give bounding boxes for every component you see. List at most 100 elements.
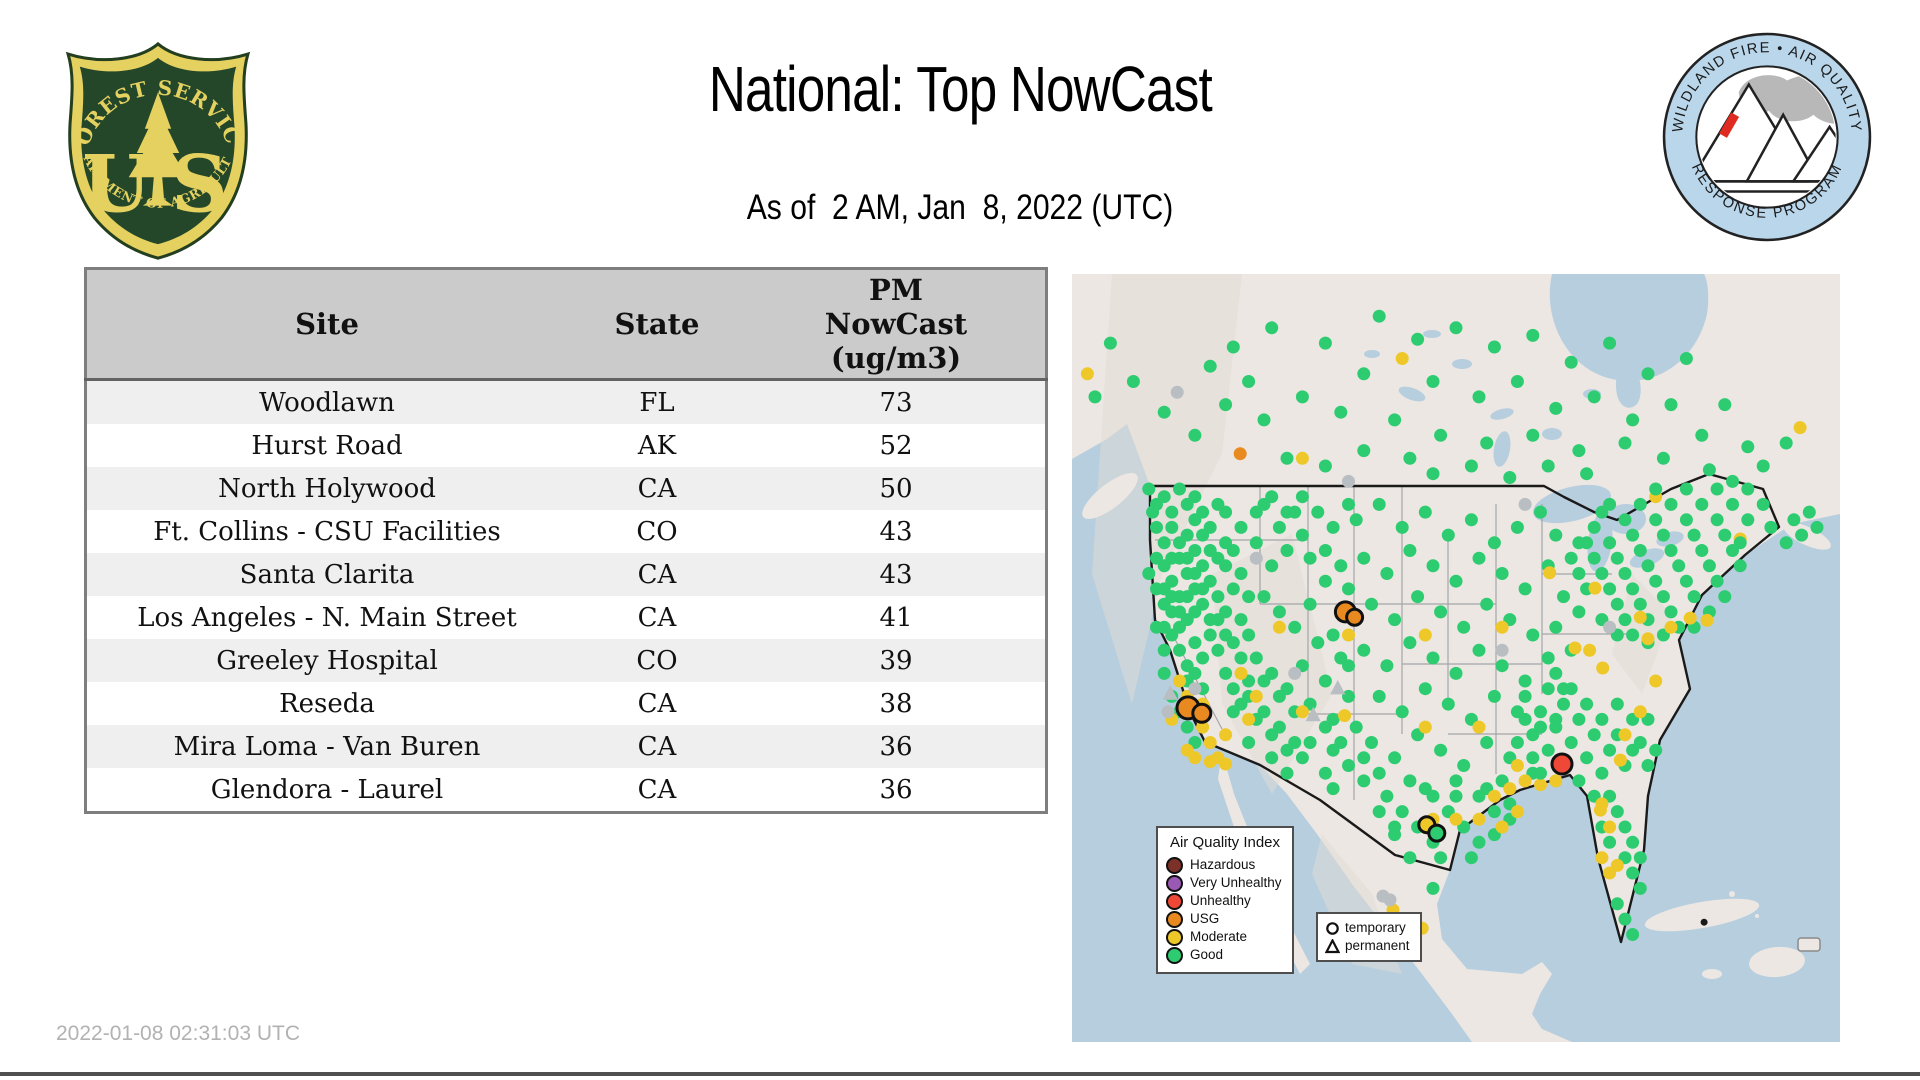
monitor-dot[interactable] bbox=[1357, 643, 1371, 657]
monitor-dot[interactable] bbox=[1510, 520, 1524, 534]
monitor-dot[interactable] bbox=[1526, 328, 1540, 342]
monitor-dot[interactable] bbox=[1242, 736, 1256, 749]
monitor-dot[interactable] bbox=[1534, 705, 1547, 719]
monitor-dot[interactable] bbox=[1372, 309, 1386, 323]
monitor-dot[interactable] bbox=[1695, 428, 1709, 442]
monitor-dot[interactable] bbox=[1487, 689, 1501, 703]
monitor-dot[interactable] bbox=[1541, 651, 1555, 665]
monitor-dot[interactable] bbox=[1587, 728, 1601, 742]
monitor-dot[interactable] bbox=[1610, 897, 1624, 911]
monitor-dot[interactable] bbox=[1549, 774, 1563, 788]
monitor-dot[interactable] bbox=[1457, 620, 1471, 634]
monitor-dot[interactable] bbox=[1649, 482, 1663, 496]
monitor-dot[interactable] bbox=[1342, 659, 1355, 673]
monitor-dot[interactable] bbox=[1173, 620, 1186, 634]
monitor-dot[interactable] bbox=[1543, 566, 1557, 580]
monitor-dot[interactable] bbox=[1403, 851, 1417, 865]
monitor-dot[interactable] bbox=[1495, 659, 1509, 673]
monitor-dot[interactable] bbox=[1334, 405, 1348, 419]
monitor-dot[interactable] bbox=[1338, 709, 1352, 723]
monitor-dot[interactable] bbox=[1203, 736, 1217, 749]
monitor-dot[interactable] bbox=[1626, 413, 1640, 427]
monitor-dot[interactable] bbox=[1272, 689, 1286, 703]
monitor-dot[interactable] bbox=[1603, 835, 1617, 849]
monitor-dot[interactable] bbox=[1265, 490, 1279, 504]
monitor-dot[interactable] bbox=[1572, 712, 1586, 726]
monitor-dot[interactable] bbox=[1700, 613, 1714, 627]
monitor-dot[interactable] bbox=[1518, 582, 1532, 596]
monitor-dot[interactable] bbox=[1687, 528, 1701, 542]
monitor-dot[interactable] bbox=[1295, 528, 1309, 542]
monitor-dot[interactable] bbox=[1610, 805, 1624, 819]
monitor-dot[interactable] bbox=[1541, 743, 1555, 757]
monitor-dot[interactable] bbox=[1165, 551, 1179, 565]
monitor-dot[interactable] bbox=[1411, 590, 1425, 604]
monitor-dot[interactable] bbox=[1188, 567, 1202, 580]
monitor-dot[interactable] bbox=[1157, 620, 1171, 634]
monitor-dot[interactable] bbox=[1626, 835, 1640, 849]
monitor-dot[interactable] bbox=[1633, 597, 1647, 611]
monitor-dot[interactable] bbox=[1334, 559, 1348, 573]
monitor-dot[interactable] bbox=[1472, 720, 1486, 734]
monitor-dot[interactable] bbox=[1173, 605, 1186, 619]
monitor-dot[interactable] bbox=[1572, 444, 1586, 458]
monitor-dot[interactable] bbox=[1411, 332, 1425, 346]
monitor-dot[interactable] bbox=[1196, 505, 1210, 519]
monitor-dot[interactable] bbox=[1303, 597, 1317, 611]
monitor-dot[interactable] bbox=[1510, 375, 1524, 388]
monitor-dot[interactable] bbox=[1641, 559, 1655, 573]
monitor-dot[interactable] bbox=[1687, 590, 1701, 604]
monitor-dot[interactable] bbox=[1388, 413, 1402, 427]
monitor-dot[interactable] bbox=[1480, 736, 1494, 749]
monitor-dot[interactable] bbox=[1603, 620, 1617, 634]
monitor-dot[interactable] bbox=[1710, 482, 1724, 496]
monitor-dot[interactable] bbox=[1572, 567, 1586, 580]
monitor-dot[interactable] bbox=[1257, 413, 1271, 427]
monitor-dot[interactable] bbox=[1588, 581, 1602, 595]
monitor-dot[interactable] bbox=[1295, 390, 1309, 404]
monitor-dot[interactable] bbox=[1142, 482, 1156, 496]
monitor-dot[interactable] bbox=[1418, 628, 1432, 642]
monitor-dot[interactable] bbox=[1434, 428, 1448, 442]
monitor-dot[interactable] bbox=[1196, 582, 1210, 596]
monitor-dot[interactable] bbox=[1295, 705, 1309, 719]
monitor-dot[interactable] bbox=[1249, 551, 1263, 565]
monitor-dot[interactable] bbox=[1242, 590, 1256, 604]
monitor-dot[interactable] bbox=[1549, 528, 1563, 542]
monitor-dot[interactable] bbox=[1779, 436, 1793, 450]
monitor-dot[interactable] bbox=[1618, 436, 1632, 450]
monitor-dot[interactable] bbox=[1610, 597, 1624, 611]
monitor-dot[interactable] bbox=[1656, 590, 1670, 604]
monitor-dot[interactable] bbox=[1219, 666, 1233, 680]
monitor-dot[interactable] bbox=[1165, 520, 1179, 534]
monitor-dot[interactable] bbox=[1188, 490, 1202, 504]
monitor-dot[interactable] bbox=[1272, 720, 1286, 734]
monitor-dot[interactable] bbox=[1679, 574, 1693, 588]
monitor-dot[interactable] bbox=[1365, 736, 1378, 749]
monitor-dot[interactable] bbox=[1188, 751, 1202, 765]
monitor-dot[interactable] bbox=[1403, 636, 1417, 650]
monitor-dot[interactable] bbox=[1480, 597, 1494, 611]
monitor-dot[interactable] bbox=[1441, 528, 1455, 542]
monitor-dot[interactable] bbox=[1318, 766, 1332, 780]
monitor-dot[interactable] bbox=[1203, 359, 1217, 373]
monitor-dot[interactable] bbox=[1672, 559, 1686, 573]
monitor-dot[interactable] bbox=[1618, 820, 1632, 834]
monitor-dot[interactable] bbox=[1334, 736, 1348, 749]
monitor-dot[interactable] bbox=[1342, 628, 1355, 642]
monitor-dot[interactable] bbox=[1242, 375, 1256, 388]
monitor-dot[interactable] bbox=[1472, 835, 1486, 849]
monitor-dot[interactable] bbox=[1372, 689, 1386, 703]
monitor-dot[interactable] bbox=[1649, 513, 1663, 527]
monitor-dot[interactable] bbox=[1418, 782, 1432, 796]
monitor-dot[interactable] bbox=[1311, 636, 1325, 650]
monitor-dot[interactable] bbox=[1641, 632, 1655, 646]
monitor-dot[interactable] bbox=[1372, 766, 1386, 780]
monitor-dot[interactable] bbox=[1679, 482, 1693, 496]
monitor-dot[interactable] bbox=[1318, 674, 1332, 688]
monitor-dot[interactable] bbox=[1380, 659, 1394, 673]
monitor-dot[interactable] bbox=[1157, 643, 1171, 657]
monitor-dot[interactable] bbox=[1318, 720, 1332, 734]
monitor-dot[interactable] bbox=[1395, 805, 1409, 819]
monitor-dot[interactable] bbox=[1733, 536, 1747, 550]
